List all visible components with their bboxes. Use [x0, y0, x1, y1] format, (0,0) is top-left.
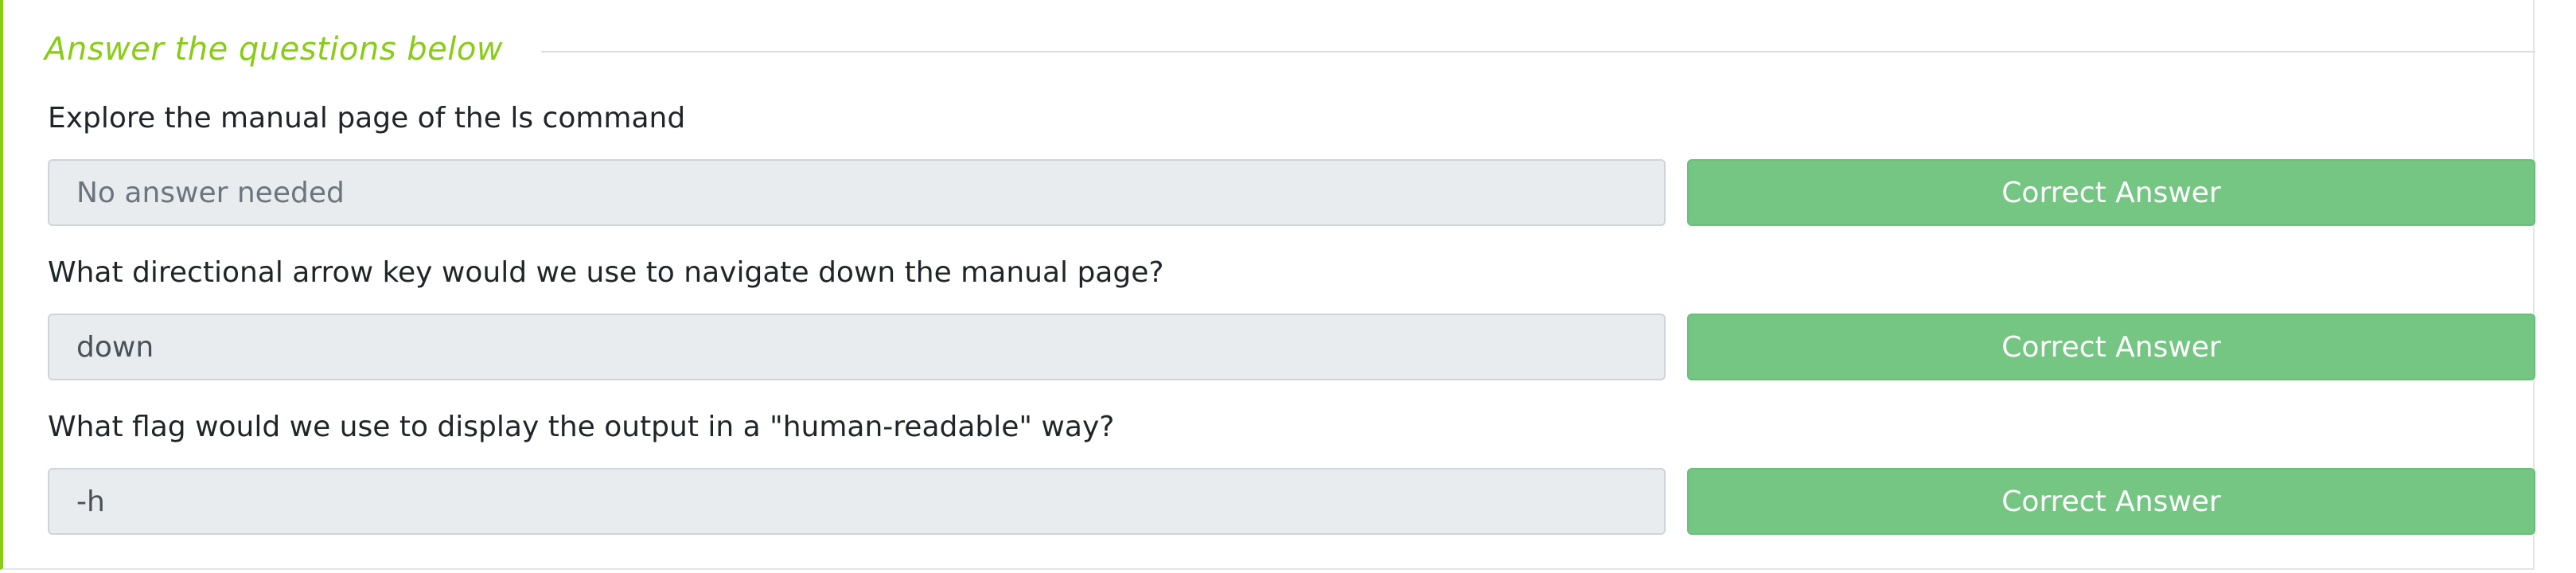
section-title: Answer the questions below: [45, 31, 504, 68]
question-1-answer-field[interactable]: No answer needed: [48, 159, 1666, 226]
question-1-text: Explore the manual page of the ls comman…: [48, 102, 686, 134]
question-3-text: What flag would we use to display the ou…: [48, 411, 1115, 443]
question-3-correct-answer-button[interactable]: Correct Answer: [1687, 468, 2535, 535]
section-divider: [541, 51, 2535, 53]
question-2-text: What directional arrow key would we use …: [48, 256, 1164, 289]
questions-panel: Answer the questions below Explore the m…: [0, 0, 2535, 570]
question-2-answer-field[interactable]: down: [48, 314, 1666, 380]
section-header: Answer the questions below: [45, 27, 2535, 72]
question-3-answer-field[interactable]: -h: [48, 468, 1666, 535]
question-2-correct-answer-button[interactable]: Correct Answer: [1687, 314, 2535, 380]
question-1-correct-answer-button[interactable]: Correct Answer: [1687, 159, 2535, 226]
